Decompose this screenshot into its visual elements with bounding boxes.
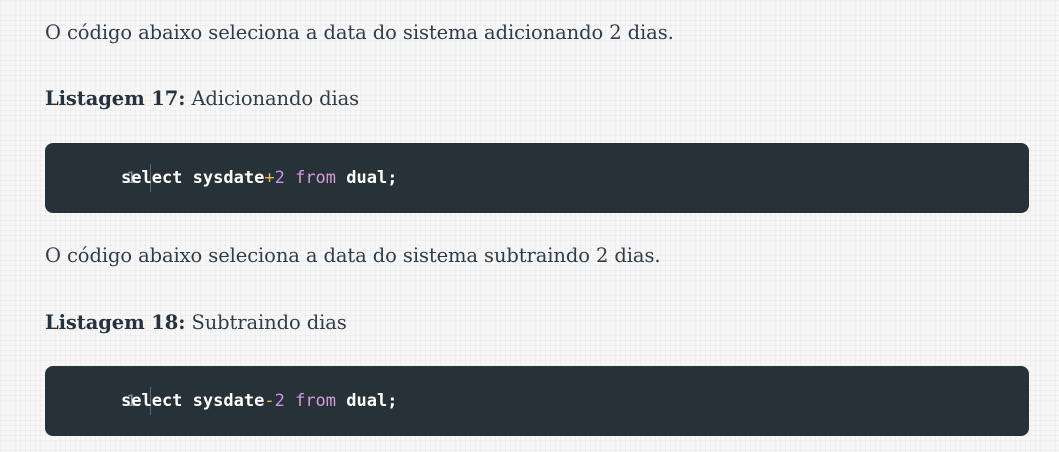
code-token-table: dual [346,391,388,411]
code-line[interactable]: select sysdate-2 from dual; [121,388,397,414]
code-token-table: dual [346,168,388,188]
intro-add-text: O código abaixo seleciona a data do sist… [45,21,674,44]
code-token-terminator: ; [387,391,398,411]
code-token-sysdate: sysdate [192,168,265,188]
listing-17-title: Adicionando dias [191,87,360,110]
code-block-listing-17: 1 select sysdate+2 from dual; [45,143,1029,213]
listing-18-label: Listagem 18: [45,311,186,334]
code-token-from: from [295,168,337,188]
listing-17-caption: Listagem 17: Adicionando dias [45,86,359,112]
code-token-operator: + [264,168,275,188]
code-block-listing-18: 1 select sysdate-2 from dual; [45,366,1029,436]
code-token-from: from [295,391,337,411]
intro-add-paragraph: O código abaixo seleciona a data do sist… [45,20,674,46]
intro-sub-paragraph: O código abaixo seleciona a data do sist… [45,243,661,269]
code-line[interactable]: select sysdate+2 from dual; [121,165,397,191]
code-token-select: select [121,391,183,411]
code-token-sysdate: sysdate [192,391,265,411]
intro-sub-text: O código abaixo seleciona a data do sist… [45,244,661,267]
code-token-number: 2 [274,168,285,188]
code-token-number: 2 [274,391,285,411]
listing-18-title: Subtraindo dias [191,311,347,334]
listing-17-label: Listagem 17: [45,87,186,110]
code-token-select: select [121,168,183,188]
listing-18-caption: Listagem 18: Subtraindo dias [45,310,347,336]
code-token-operator: - [264,391,275,411]
code-token-terminator: ; [387,168,398,188]
